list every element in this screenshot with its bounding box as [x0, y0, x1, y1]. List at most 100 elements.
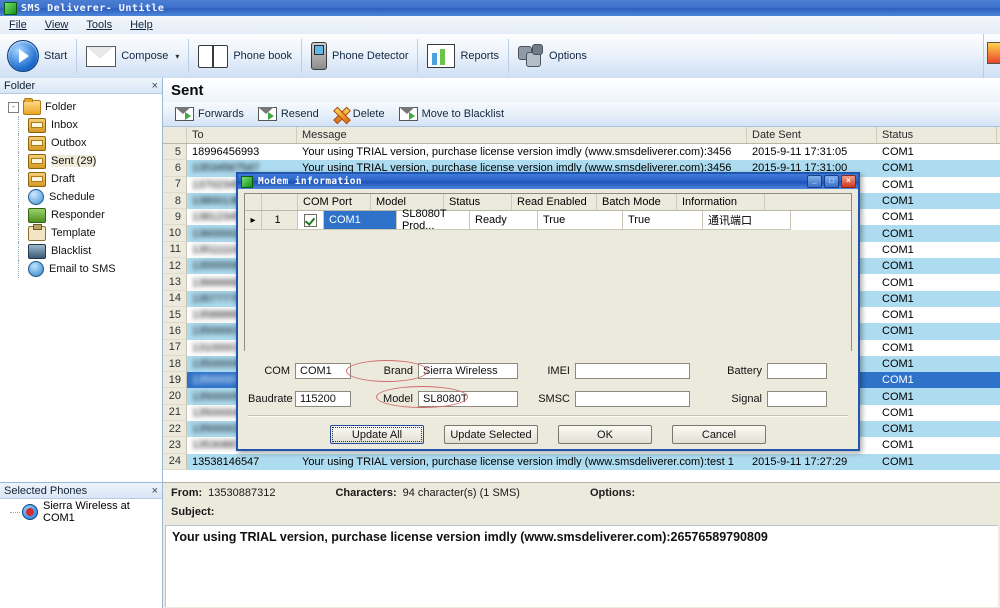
folder-tree: - Folder Inbox Outbox Sent (29) Draft Sc…: [0, 94, 162, 278]
row-number: 14: [163, 291, 187, 307]
column-header-message[interactable]: Message: [297, 127, 747, 143]
cell-status: COM1: [877, 372, 997, 388]
sidebar-item-responder[interactable]: Responder: [6, 206, 162, 224]
sidebar-item-email-to-sms[interactable]: Email to SMS: [6, 260, 162, 278]
column-header-to[interactable]: To: [187, 127, 297, 143]
characters-label: Characters:: [335, 487, 396, 499]
selected-phones-title: Selected Phones: [4, 485, 87, 497]
delete-button[interactable]: Delete: [327, 103, 391, 125]
toolbar-overflow-icon[interactable]: [983, 34, 1000, 78]
selected-phones-panel: Selected Phones × Sierra Wireless at COM…: [0, 482, 163, 608]
brand-field[interactable]: Sierra Wireless: [418, 363, 518, 379]
toolbar-button-options[interactable]: Options: [511, 35, 594, 77]
update-selected-button[interactable]: Update Selected: [444, 425, 538, 444]
checkbox-checked-icon[interactable]: [304, 214, 317, 227]
modem-grid-row[interactable]: ▸ 1 COM1 SL8080T Prod... Ready True True…: [245, 211, 851, 230]
signal-label: Signal: [690, 393, 767, 405]
toolbar-button-compose[interactable]: Compose ▾: [79, 35, 186, 77]
cell-model[interactable]: SL8080T Prod...: [397, 211, 470, 230]
detail-info-row: From: 13530887312 Characters: 94 charact…: [163, 483, 1000, 502]
model-field[interactable]: SL8080T: [418, 391, 518, 407]
toolbar-phone-detector-label: Phone Detector: [332, 50, 408, 62]
modem-col-read-enabled[interactable]: Read Enabled: [512, 194, 597, 210]
ok-button[interactable]: OK: [558, 425, 652, 444]
signal-field[interactable]: [767, 391, 827, 407]
collapse-icon[interactable]: -: [8, 102, 19, 113]
selected-phone-item[interactable]: Sierra Wireless at COM1: [0, 503, 162, 521]
toolbar-button-phone-book[interactable]: Phone book: [191, 35, 299, 77]
row-checkbox-cell[interactable]: [298, 211, 324, 230]
sidebar-item-label: Outbox: [51, 137, 86, 149]
table-row[interactable]: 2413538146547Your using TRIAL version, p…: [163, 454, 1000, 470]
modem-col-com-port[interactable]: COM Port: [298, 194, 371, 210]
gears-icon: [518, 44, 544, 68]
toolbar-button-reports[interactable]: Reports: [420, 35, 506, 77]
column-header-status[interactable]: Status: [877, 127, 997, 143]
close-icon[interactable]: ×: [152, 485, 158, 497]
column-header-index[interactable]: [163, 127, 187, 143]
table-row[interactable]: 518996456993Your using TRIAL version, pu…: [163, 144, 1000, 160]
baudrate-field[interactable]: 115200: [295, 391, 351, 407]
row-number: 5: [163, 144, 187, 160]
menu-item-view[interactable]: View: [36, 18, 78, 32]
resend-envelope-icon: [258, 107, 277, 121]
column-header-date-sent[interactable]: Date Sent: [747, 127, 877, 143]
sidebar-item-schedule[interactable]: Schedule: [6, 188, 162, 206]
minimize-button[interactable]: _: [807, 175, 822, 188]
modem-col-information[interactable]: Information: [677, 194, 765, 210]
update-all-button[interactable]: Update All: [330, 425, 424, 444]
toolbar-button-start[interactable]: Start: [0, 35, 74, 77]
bar-chart-icon: [427, 44, 455, 68]
sidebar-item-sent[interactable]: Sent (29): [6, 152, 162, 170]
resend-button[interactable]: Resend: [252, 103, 325, 125]
move-to-blacklist-button[interactable]: Move to Blacklist: [393, 103, 511, 125]
menu-item-view-label: View: [45, 19, 69, 31]
row-number: 13: [163, 274, 187, 290]
sidebar-item-blacklist[interactable]: Blacklist: [6, 242, 162, 260]
cell-information[interactable]: 通讯端口: [703, 211, 791, 230]
forward-envelope-icon: [175, 107, 194, 121]
sidebar-item-outbox[interactable]: Outbox: [6, 134, 162, 152]
smsc-field[interactable]: [575, 391, 690, 407]
close-button[interactable]: ×: [841, 175, 856, 188]
responder-icon: [28, 208, 46, 223]
sidebar-item-draft[interactable]: Draft: [6, 170, 162, 188]
modem-information-dialog: Modem information _ □ × COM Port Model S…: [236, 172, 860, 451]
imei-field[interactable]: [575, 363, 690, 379]
row-number: 24: [163, 454, 187, 470]
cell-status[interactable]: Ready: [470, 211, 538, 230]
menu-item-help[interactable]: Help: [121, 18, 162, 32]
cell-status: COM1: [877, 160, 997, 176]
tree-root-folder[interactable]: - Folder: [6, 98, 162, 116]
menu-item-tools[interactable]: Tools: [77, 18, 121, 32]
maximize-button[interactable]: □: [824, 175, 839, 188]
cell-status: COM1: [877, 144, 997, 160]
com-field[interactable]: COM1: [295, 363, 351, 379]
chevron-down-icon[interactable]: ▾: [175, 52, 179, 61]
app-icon: [4, 2, 17, 15]
forwards-button[interactable]: Forwards: [169, 103, 250, 125]
sidebar-item-template[interactable]: Template: [6, 224, 162, 242]
toolbar-start-label: Start: [44, 50, 67, 62]
battery-field[interactable]: [767, 363, 827, 379]
modem-col-batch-mode[interactable]: Batch Mode: [597, 194, 677, 210]
close-icon[interactable]: ×: [152, 80, 158, 92]
message-body-box[interactable]: Your using TRIAL version, purchase licen…: [165, 525, 998, 607]
email-to-sms-icon: [28, 261, 44, 277]
cell-read-enabled[interactable]: True: [538, 211, 623, 230]
modem-detail-fields: COM COM1 Brand Sierra Wireless IMEI Batt…: [248, 359, 848, 410]
cell-status: COM1: [877, 323, 997, 339]
cell-batch-mode[interactable]: True: [623, 211, 703, 230]
menu-item-file[interactable]: File: [0, 18, 36, 32]
delete-x-icon: [333, 107, 349, 122]
sidebar-item-inbox[interactable]: Inbox: [6, 116, 162, 134]
dialog-title-bar[interactable]: Modem information _ □ ×: [238, 174, 858, 189]
cell-status: COM1: [877, 356, 997, 372]
toolbar-options-label: Options: [549, 50, 587, 62]
cell-com-port[interactable]: COM1: [324, 211, 397, 230]
row-number: 7: [163, 177, 187, 193]
toolbar-compose-label: Compose: [121, 50, 168, 62]
from-label: From:: [171, 487, 202, 499]
toolbar-button-phone-detector[interactable]: Phone Detector: [304, 35, 415, 77]
cancel-button[interactable]: Cancel: [672, 425, 766, 444]
